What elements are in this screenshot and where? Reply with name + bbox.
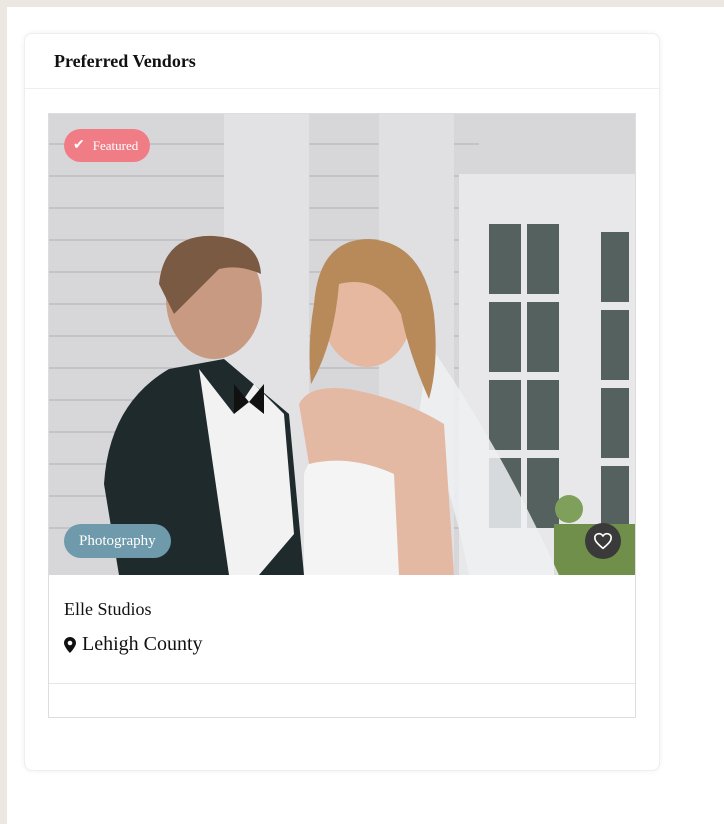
preferred-vendors-widget: Preferred Vendors ✔ Featured Photography…: [24, 33, 660, 771]
category-label: Photography: [79, 532, 156, 549]
widget-header: Preferred Vendors: [25, 34, 659, 89]
wedding-couple-image: [49, 114, 635, 575]
page-edge-left: [0, 0, 7, 824]
vendor-location: Lehigh County: [64, 633, 203, 656]
widget-title: Preferred Vendors: [54, 50, 196, 71]
vendor-photo[interactable]: ✔ Featured Photography: [49, 114, 635, 575]
featured-badge: ✔ Featured: [64, 129, 151, 162]
map-pin-icon: [64, 636, 76, 653]
check-icon: ✔: [73, 137, 85, 153]
page-edge-top: [0, 0, 724, 7]
vendor-info: Elle Studios Lehigh County: [49, 575, 635, 684]
heart-icon: [593, 532, 612, 550]
category-badge[interactable]: Photography: [64, 524, 171, 558]
vendor-card[interactable]: ✔ Featured Photography Elle Studios Lehi…: [48, 113, 636, 718]
vendor-name[interactable]: Elle Studios: [64, 599, 152, 620]
featured-label: Featured: [92, 137, 139, 153]
location-label: Lehigh County: [82, 633, 203, 655]
favorite-button[interactable]: [585, 523, 621, 559]
